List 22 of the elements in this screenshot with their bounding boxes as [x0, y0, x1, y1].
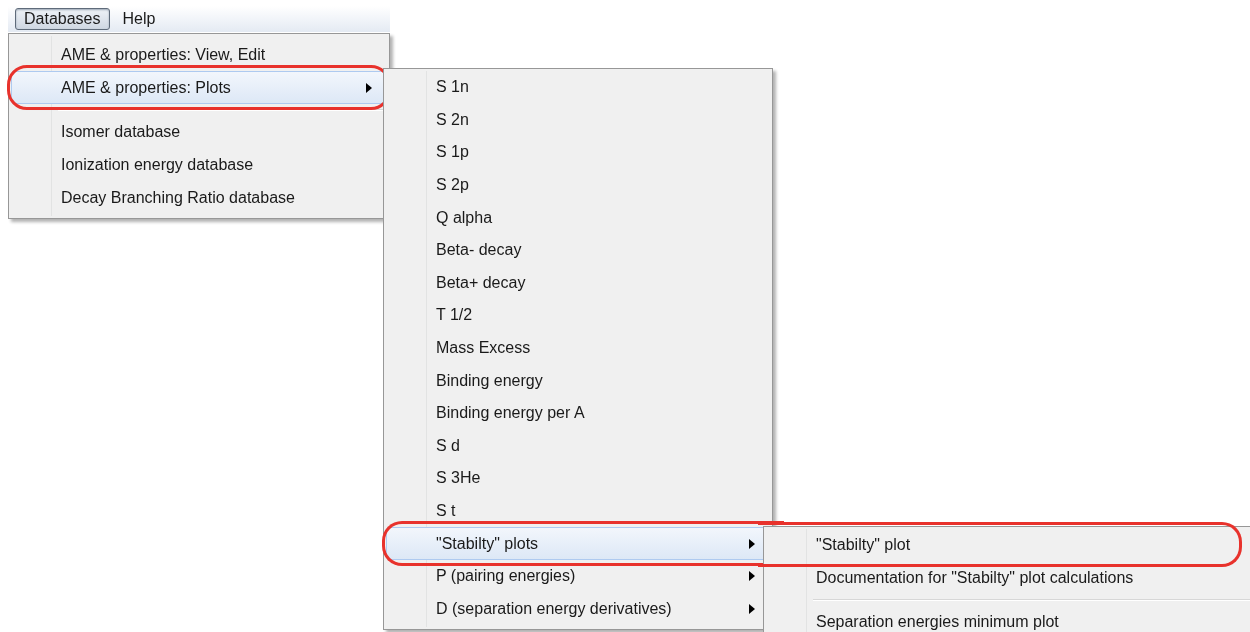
menu-item[interactable]: S 2p — [386, 168, 770, 202]
menu-item[interactable]: T 1/2 — [386, 299, 770, 332]
menu-item[interactable]: Ionization energy database — [11, 148, 387, 181]
menu-item[interactable]: S 1p — [386, 136, 770, 169]
menu-item[interactable]: S 3He — [386, 462, 770, 495]
submenu-arrow-icon — [749, 603, 755, 614]
submenu-arrow-icon — [749, 571, 755, 582]
menu-item[interactable]: Binding energy per A — [386, 396, 770, 430]
submenu-arrow-icon — [749, 538, 755, 549]
menu-item[interactable]: Decay Branching Ratio database — [11, 181, 387, 214]
menu-item[interactable]: Beta+ decay — [386, 266, 770, 300]
menu-bar-item[interactable]: Help — [113, 8, 165, 30]
submenu-arrow-icon — [366, 82, 372, 93]
menu-item[interactable]: Beta- decay — [386, 233, 770, 267]
menu-item[interactable]: S 2n — [386, 103, 770, 137]
menu-item[interactable]: Isomer database — [11, 115, 387, 148]
menu-item[interactable]: Binding energy — [386, 364, 770, 397]
menu-item[interactable]: Q alpha — [386, 201, 770, 234]
menu-bar-item[interactable]: Databases — [15, 8, 110, 30]
menu-item[interactable]: S 1n — [386, 71, 770, 104]
menu-item[interactable]: Mass Excess — [386, 331, 770, 365]
menu-item[interactable]: S d — [386, 429, 770, 463]
